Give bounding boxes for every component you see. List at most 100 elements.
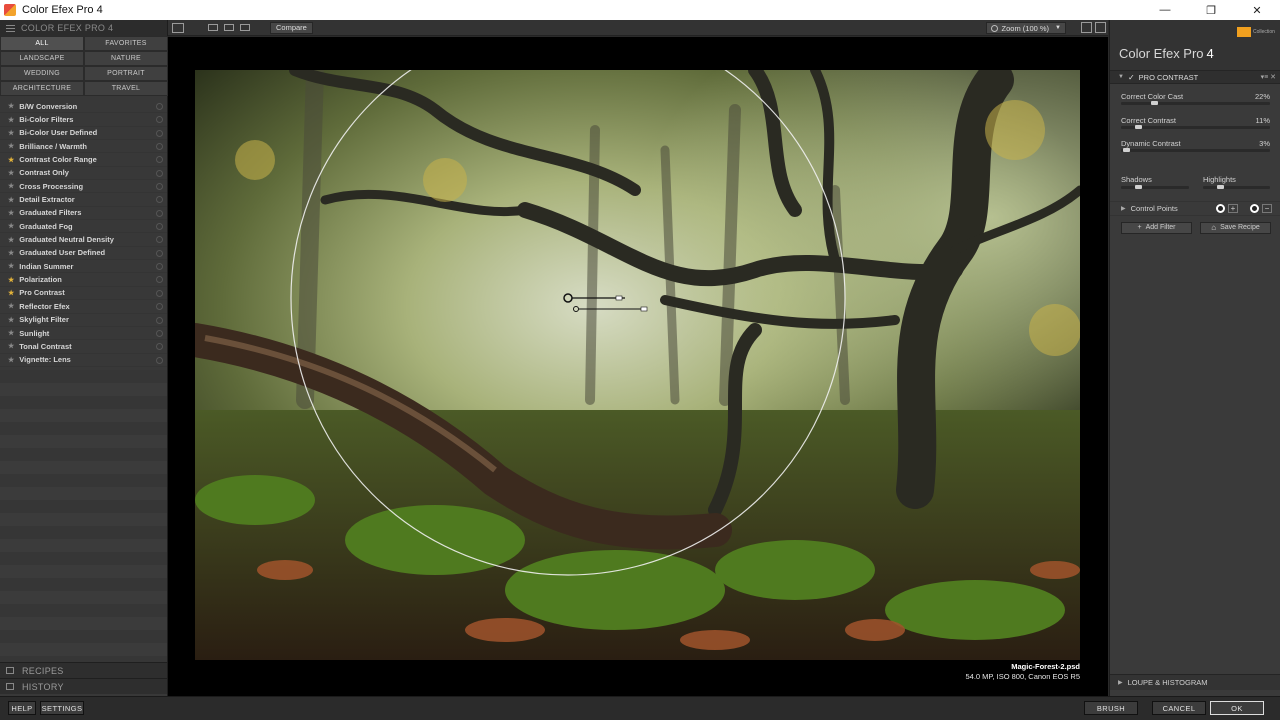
filter-item[interactable]: ★ Graduated Fog <box>0 220 167 234</box>
help-button[interactable]: HELP <box>8 701 36 715</box>
filter-preview-icon[interactable] <box>156 116 163 124</box>
favorite-star-icon[interactable]: ★ <box>8 356 14 364</box>
filter-item[interactable]: ★ Contrast Color Range <box>0 153 167 167</box>
filter-item[interactable]: ★ Graduated Neutral Density <box>0 233 167 247</box>
filter-preview-icon[interactable] <box>156 263 163 271</box>
slider-track[interactable] <box>1121 101 1270 105</box>
filter-item[interactable]: ★ Indian Summer <box>0 260 167 274</box>
filter-item[interactable]: ★ Cross Processing <box>0 180 167 194</box>
highlights-slider-thumb[interactable] <box>1217 184 1224 189</box>
category-wedding[interactable]: WEDDING <box>0 66 84 81</box>
filter-item[interactable]: ★ Detail Extractor <box>0 193 167 207</box>
collapse-icon[interactable]: ▼ <box>1118 74 1124 80</box>
slider-track[interactable] <box>1121 124 1270 129</box>
filter-item[interactable]: ★ Pro Contrast <box>0 287 167 301</box>
filter-preview-icon[interactable] <box>156 183 163 191</box>
category-all[interactable]: ALL <box>0 36 84 51</box>
favorite-star-icon[interactable]: ★ <box>8 142 14 150</box>
filter-preview-icon[interactable] <box>156 316 163 324</box>
filter-item[interactable]: ★ Brilliance / Warmth <box>0 140 167 154</box>
recipes-section[interactable]: RECIPES <box>0 662 167 678</box>
single-view-icon[interactable] <box>208 24 218 31</box>
loupe-toggle-icon[interactable] <box>1095 22 1106 33</box>
add-filter-button[interactable]: + Add Filter <box>1121 221 1192 234</box>
slider-thumb[interactable] <box>1151 101 1158 105</box>
control-point-overlay[interactable] <box>195 70 1080 660</box>
shadows-slider[interactable] <box>1121 184 1189 189</box>
add-negative-control-point-icon[interactable] <box>1250 203 1259 213</box>
maximize-button[interactable]: ❐ <box>1188 0 1234 20</box>
favorite-star-icon[interactable]: ★ <box>8 156 14 164</box>
filter-item[interactable]: ★ Tonal Contrast <box>0 340 167 354</box>
category-travel[interactable]: TRAVEL <box>84 81 168 96</box>
favorite-star-icon[interactable]: ★ <box>8 302 14 310</box>
filter-preview-icon[interactable] <box>156 236 163 244</box>
filter-item[interactable]: ★ Polarization <box>0 273 167 287</box>
favorite-star-icon[interactable]: ★ <box>8 129 14 137</box>
filter-item[interactable]: ★ Vignette: Lens <box>0 354 167 367</box>
panel-toggle-icon[interactable] <box>172 22 184 33</box>
filter-preview-icon[interactable] <box>156 129 163 137</box>
pro-contrast-filter-header[interactable]: ▼ ✓ PRO CONTRAST ▾≡ ✕ <box>1110 70 1280 84</box>
favorite-star-icon[interactable]: ★ <box>8 329 14 337</box>
category-architecture[interactable]: ARCHITECTURE <box>0 81 84 96</box>
filter-item[interactable]: ★ Skylight Filter <box>0 314 167 327</box>
plus-icon[interactable]: + <box>1228 203 1238 213</box>
filter-preview-icon[interactable] <box>156 249 163 257</box>
control-points-row[interactable]: ▶ Control Points + − <box>1110 200 1280 216</box>
highlights-slider[interactable] <box>1203 184 1270 189</box>
filter-preview-icon[interactable] <box>156 223 163 231</box>
category-nature[interactable]: NATURE <box>84 51 168 66</box>
filter-preview-icon[interactable] <box>156 143 163 151</box>
filter-item[interactable]: ★ Sunlight <box>0 327 167 341</box>
filter-item[interactable]: ★ Bi-Color Filters <box>0 113 167 127</box>
background-color-icon[interactable] <box>1081 22 1092 33</box>
image-preview-canvas[interactable]: Magic-Forest-2.psd 54.0 MP, ISO 800, Can… <box>168 37 1108 696</box>
category-favorites[interactable]: FAVORITES <box>84 36 168 51</box>
filter-preview-icon[interactable] <box>156 209 163 217</box>
category-landscape[interactable]: LANDSCAPE <box>0 51 84 66</box>
favorite-star-icon[interactable]: ★ <box>8 209 14 217</box>
filter-menu-icon[interactable]: ▾≡ ✕ <box>1261 73 1276 81</box>
filter-preview-icon[interactable] <box>156 289 163 297</box>
favorite-star-icon[interactable]: ★ <box>8 342 14 350</box>
favorite-star-icon[interactable]: ★ <box>8 182 14 190</box>
filter-preview-icon[interactable] <box>156 276 163 284</box>
save-recipe-button[interactable]: ⌂ Save Recipe <box>1200 221 1271 234</box>
filter-item[interactable]: ★ Graduated User Defined <box>0 247 167 261</box>
filter-item[interactable]: ★ Reflector Efex <box>0 300 167 314</box>
favorite-star-icon[interactable]: ★ <box>8 316 14 324</box>
filter-browser-header[interactable]: COLOR EFEX PRO 4 <box>0 20 167 36</box>
filter-enabled-checkbox[interactable]: ✓ <box>1128 73 1135 82</box>
brush-button[interactable]: BRUSH <box>1084 701 1138 715</box>
close-button[interactable]: ✕ <box>1234 0 1280 20</box>
side-by-side-view-icon[interactable] <box>240 24 250 31</box>
slider-thumb[interactable] <box>1122 148 1130 152</box>
expand-icon[interactable]: ▶ <box>1118 679 1123 686</box>
favorite-star-icon[interactable]: ★ <box>8 222 14 230</box>
filter-preview-icon[interactable] <box>156 103 163 110</box>
favorite-star-icon[interactable]: ★ <box>8 289 14 297</box>
filter-preview-icon[interactable] <box>156 356 163 364</box>
filter-preview-icon[interactable] <box>156 303 163 311</box>
favorite-star-icon[interactable]: ★ <box>8 169 14 177</box>
compare-button[interactable]: Compare <box>270 21 313 34</box>
filter-preview-icon[interactable] <box>156 196 163 204</box>
slider-thumb[interactable] <box>1134 124 1142 129</box>
expand-icon[interactable]: ▶ <box>1121 205 1126 212</box>
filter-preview-icon[interactable] <box>156 156 163 164</box>
split-view-icon[interactable] <box>224 24 234 31</box>
history-section[interactable]: HISTORY <box>0 678 167 694</box>
filter-item[interactable]: ★ Contrast Only <box>0 167 167 181</box>
cancel-button[interactable]: CANCEL <box>1152 701 1206 715</box>
favorite-star-icon[interactable]: ★ <box>8 262 14 270</box>
filter-preview-icon[interactable] <box>156 329 163 337</box>
minimize-button[interactable]: — <box>1142 0 1188 20</box>
filter-item[interactable]: ★ Bi-Color User Defined <box>0 127 167 141</box>
filter-preview-icon[interactable] <box>156 343 163 351</box>
filter-item[interactable]: ★ B/W Conversion <box>0 100 167 114</box>
category-portrait[interactable]: PORTRAIT <box>84 66 168 81</box>
settings-button[interactable]: SETTINGS <box>40 701 84 715</box>
ok-button[interactable]: OK <box>1210 701 1264 715</box>
minus-icon[interactable]: − <box>1262 203 1272 213</box>
